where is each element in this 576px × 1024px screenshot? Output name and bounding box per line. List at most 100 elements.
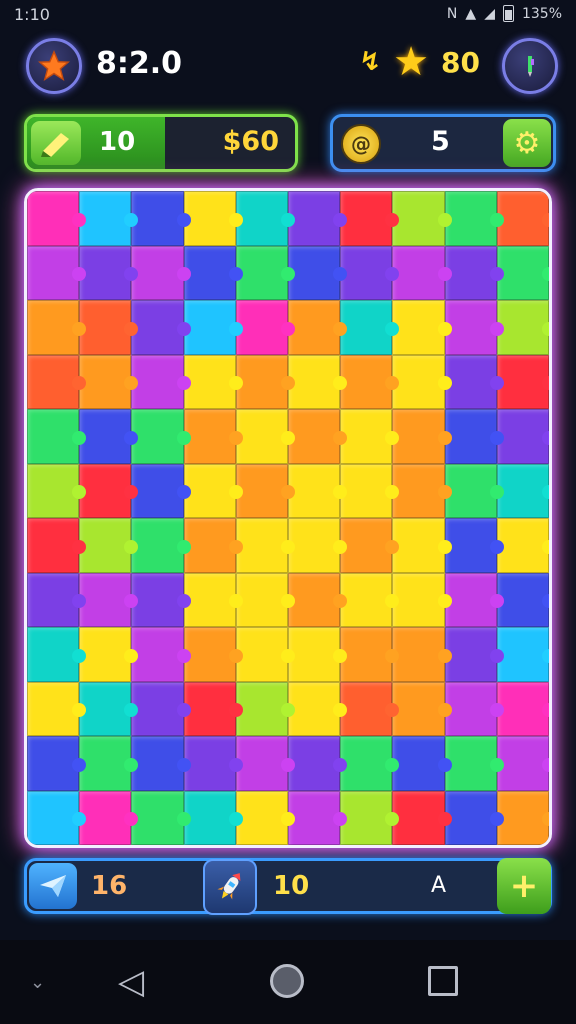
puzzle-piece[interactable] [444, 354, 497, 409]
puzzle-piece[interactable] [444, 191, 497, 246]
puzzle-piece[interactable] [496, 736, 549, 791]
menu-button[interactable] [502, 38, 558, 94]
puzzle-piece[interactable] [444, 518, 497, 573]
puzzle-piece[interactable] [444, 627, 497, 682]
puzzle-piece[interactable] [131, 681, 184, 736]
puzzle-piece[interactable] [131, 463, 184, 518]
puzzle-piece[interactable] [496, 681, 549, 736]
puzzle-piece[interactable] [340, 736, 393, 791]
puzzle-piece[interactable] [79, 736, 132, 791]
puzzle-piece[interactable] [235, 354, 288, 409]
puzzle-piece[interactable] [183, 300, 236, 355]
puzzle-piece[interactable] [496, 627, 549, 682]
send-button[interactable] [29, 863, 77, 909]
puzzle-piece[interactable] [340, 681, 393, 736]
puzzle-piece[interactable] [79, 518, 132, 573]
puzzle-piece[interactable] [444, 790, 497, 845]
puzzle-piece[interactable] [27, 354, 80, 409]
puzzle-piece[interactable] [131, 736, 184, 791]
puzzle-piece[interactable] [235, 518, 288, 573]
puzzle-piece[interactable] [235, 736, 288, 791]
puzzle-piece[interactable] [392, 790, 445, 845]
puzzle-piece[interactable] [27, 463, 80, 518]
puzzle-piece[interactable] [27, 681, 80, 736]
puzzle-piece[interactable] [288, 463, 341, 518]
puzzle-piece[interactable] [131, 300, 184, 355]
puzzle-piece[interactable] [131, 518, 184, 573]
puzzle-piece[interactable] [235, 300, 288, 355]
puzzle-piece[interactable] [183, 191, 236, 246]
puzzle-piece[interactable] [27, 736, 80, 791]
puzzle-piece[interactable] [235, 245, 288, 300]
puzzle-piece[interactable] [27, 409, 80, 464]
puzzle-piece[interactable] [392, 572, 445, 627]
puzzle-piece[interactable] [340, 191, 393, 246]
puzzle-piece[interactable] [392, 627, 445, 682]
puzzle-piece[interactable] [340, 245, 393, 300]
puzzle-piece[interactable] [340, 463, 393, 518]
puzzle-piece[interactable] [496, 245, 549, 300]
puzzle-piece[interactable] [288, 409, 341, 464]
puzzle-piece[interactable] [79, 354, 132, 409]
puzzle-piece[interactable] [496, 300, 549, 355]
puzzle-piece[interactable] [79, 627, 132, 682]
puzzle-piece[interactable] [496, 354, 549, 409]
puzzle-piece[interactable] [27, 518, 80, 573]
puzzle-piece[interactable] [235, 463, 288, 518]
puzzle-piece[interactable] [340, 409, 393, 464]
puzzle-piece[interactable] [183, 627, 236, 682]
puzzle-piece[interactable] [235, 681, 288, 736]
puzzle-piece[interactable] [392, 300, 445, 355]
puzzle-piece[interactable] [183, 736, 236, 791]
puzzle-piece[interactable] [392, 463, 445, 518]
puzzle-piece[interactable] [235, 627, 288, 682]
back-icon[interactable]: ◁ [118, 962, 144, 1002]
puzzle-piece[interactable] [288, 191, 341, 246]
puzzle-piece[interactable] [131, 627, 184, 682]
puzzle-piece[interactable] [183, 409, 236, 464]
puzzle-piece[interactable] [288, 572, 341, 627]
puzzle-piece[interactable] [392, 681, 445, 736]
puzzle-piece[interactable] [340, 518, 393, 573]
puzzle-piece[interactable] [131, 572, 184, 627]
puzzle-piece[interactable] [288, 790, 341, 845]
puzzle-piece[interactable] [392, 736, 445, 791]
puzzle-piece[interactable] [235, 191, 288, 246]
puzzle-piece[interactable] [444, 409, 497, 464]
puzzle-piece[interactable] [183, 245, 236, 300]
puzzle-piece[interactable] [444, 572, 497, 627]
puzzle-piece[interactable] [340, 627, 393, 682]
puzzle-piece[interactable] [288, 681, 341, 736]
puzzle-piece[interactable] [79, 409, 132, 464]
puzzle-piece[interactable] [288, 300, 341, 355]
puzzle-piece[interactable] [496, 409, 549, 464]
puzzle-piece[interactable] [27, 572, 80, 627]
puzzle-piece[interactable] [183, 790, 236, 845]
puzzle-piece[interactable] [444, 736, 497, 791]
puzzle-piece[interactable] [235, 572, 288, 627]
puzzle-piece[interactable] [288, 736, 341, 791]
level-badge-button[interactable] [26, 38, 82, 94]
puzzle-piece[interactable] [27, 627, 80, 682]
puzzle-piece[interactable] [79, 463, 132, 518]
puzzle-board[interactable] [24, 188, 552, 848]
puzzle-piece[interactable] [27, 191, 80, 246]
puzzle-piece[interactable] [288, 245, 341, 300]
puzzle-piece[interactable] [131, 790, 184, 845]
puzzle-piece[interactable] [392, 191, 445, 246]
home-icon[interactable] [270, 964, 304, 998]
puzzle-piece[interactable] [444, 245, 497, 300]
puzzle-piece[interactable] [392, 245, 445, 300]
puzzle-piece[interactable] [288, 354, 341, 409]
puzzle-piece[interactable] [79, 245, 132, 300]
puzzle-piece[interactable] [444, 681, 497, 736]
puzzle-piece[interactable] [340, 572, 393, 627]
puzzle-piece[interactable] [392, 518, 445, 573]
puzzle-piece[interactable] [444, 463, 497, 518]
puzzle-piece[interactable] [496, 463, 549, 518]
settings-button[interactable]: ⚙ [503, 119, 551, 167]
puzzle-piece[interactable] [27, 245, 80, 300]
puzzle-piece[interactable] [79, 191, 132, 246]
hint-button[interactable] [31, 121, 81, 165]
puzzle-piece[interactable] [79, 300, 132, 355]
